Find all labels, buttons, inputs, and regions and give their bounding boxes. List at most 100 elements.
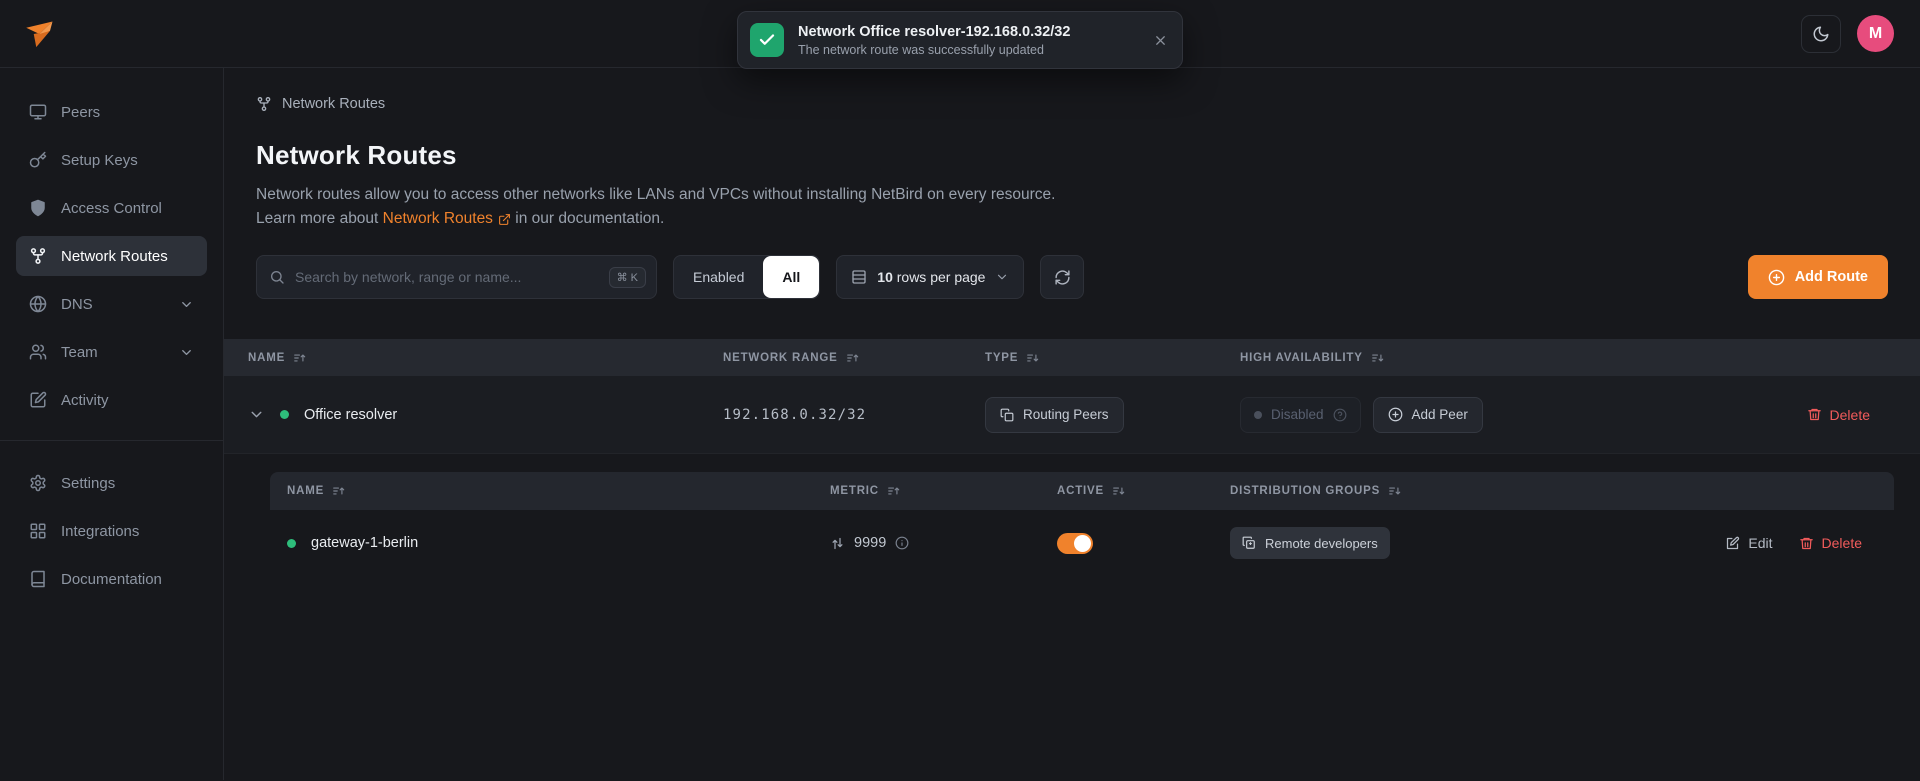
add-peer-button[interactable]: Add Peer (1373, 397, 1483, 433)
sort-desc-icon (1371, 351, 1385, 365)
routes-icon (256, 96, 272, 112)
peer-status-dot (287, 539, 296, 548)
main-content: Network Routes Network Routes Network ro… (224, 68, 1920, 780)
sidebar-divider (0, 440, 223, 441)
peer-groups-cell: Remote developers (1230, 527, 1725, 559)
toast-message: The network route was successfully updat… (798, 43, 1070, 57)
rows-per-page-label: 10 rows per page (877, 269, 985, 285)
moon-icon (1812, 25, 1830, 43)
column-header-name[interactable]: NAME (248, 351, 723, 365)
peer-row: gateway-1-berlin 9999 Remote developers (270, 510, 1894, 576)
external-link-icon (498, 213, 511, 226)
trash-icon (1807, 407, 1822, 422)
success-toast: Network Office resolver-192.168.0.32/32 … (737, 11, 1183, 69)
refresh-icon (1054, 269, 1071, 286)
bird-logo-icon (24, 19, 56, 49)
peer-active-cell (1057, 533, 1230, 554)
route-network-range: 192.168.0.32/32 (723, 407, 985, 423)
dark-mode-toggle-button[interactable] (1801, 15, 1841, 53)
user-avatar[interactable]: M (1857, 15, 1894, 52)
learn-more-line: Learn more about Network Routes in our d… (256, 207, 1888, 231)
route-name: Office resolver (304, 407, 397, 423)
plus-circle-icon (1768, 269, 1785, 286)
chevron-down-icon (179, 345, 194, 360)
filter-segment: Enabled All (673, 255, 820, 299)
sidebar-item-access-control[interactable]: Access Control (16, 188, 207, 228)
trash-icon (1799, 536, 1814, 551)
column-header-active[interactable]: ACTIVE (1057, 484, 1230, 498)
sidebar-item-activity[interactable]: Activity (16, 380, 207, 420)
add-route-button[interactable]: Add Route (1748, 255, 1888, 299)
learn-more-prefix: Learn more about (256, 210, 378, 227)
edit-pen-icon (1725, 536, 1740, 551)
routing-peers-button[interactable]: Routing Peers (985, 397, 1124, 433)
column-header-peer-name[interactable]: NAME (287, 484, 830, 498)
edit-peer-button[interactable]: Edit (1725, 535, 1772, 551)
routes-table-header: NAME NETWORK RANGE TYPE HIGH AVAILABILIT… (224, 339, 1920, 376)
sidebar-label: Settings (61, 475, 115, 492)
success-check-icon (750, 23, 784, 57)
breadcrumb-label: Network Routes (282, 96, 385, 112)
netbird-logo[interactable] (24, 19, 56, 49)
keyboard-shortcut-badge: ⌘ K (609, 267, 646, 288)
collapse-row-button[interactable] (248, 406, 265, 423)
page-description: Network routes allow you to access other… (256, 183, 1888, 231)
breadcrumb[interactable]: Network Routes (256, 96, 1920, 112)
page-title: Network Routes (256, 140, 1920, 171)
route-row: Office resolver 192.168.0.32/32 Routing … (224, 376, 1920, 454)
chevron-down-icon (179, 297, 194, 312)
sort-desc-icon (1112, 484, 1126, 498)
peer-active-toggle[interactable] (1057, 533, 1093, 554)
column-header-high-availability[interactable]: HIGH AVAILABILITY (1240, 351, 1870, 365)
activity-note-icon (29, 391, 47, 409)
filter-all-button[interactable]: All (763, 256, 819, 298)
sort-desc-icon (1026, 351, 1040, 365)
sidebar-label: Team (61, 344, 98, 361)
sort-asc-icon (846, 351, 860, 365)
refresh-button[interactable] (1040, 255, 1084, 299)
sidebar-item-dns[interactable]: DNS (16, 284, 207, 324)
sidebar-label: Documentation (61, 571, 162, 588)
plus-circle-icon (1388, 407, 1403, 422)
monitor-icon (29, 103, 47, 121)
ha-status-dot (1254, 411, 1262, 419)
sidebar-item-integrations[interactable]: Integrations (16, 511, 207, 551)
peers-table-header: NAME METRIC ACTIVE DISTRIBUTION GROUPS (270, 472, 1894, 510)
globe-icon (29, 295, 47, 313)
column-header-distribution-groups[interactable]: DISTRIBUTION GROUPS (1230, 484, 1862, 498)
sidebar-item-settings[interactable]: Settings (16, 463, 207, 503)
sidebar-item-team[interactable]: Team (16, 332, 207, 372)
sidebar-item-network-routes[interactable]: Network Routes (16, 236, 207, 276)
sidebar-item-peers[interactable]: Peers (16, 92, 207, 132)
column-header-metric[interactable]: METRIC (830, 484, 1057, 498)
sidebar-item-documentation[interactable]: Documentation (16, 559, 207, 599)
sort-desc-icon (1388, 484, 1402, 498)
key-icon (29, 151, 47, 169)
column-header-type[interactable]: TYPE (985, 351, 1240, 365)
route-name-cell: Office resolver (248, 406, 723, 423)
column-header-network-range[interactable]: NETWORK RANGE (723, 351, 985, 365)
route-peers-panel: NAME METRIC ACTIVE DISTRIBUTION GROUPS (270, 472, 1894, 576)
sidebar-label: Activity (61, 392, 109, 409)
gear-icon (29, 474, 47, 492)
peer-metric-cell: 9999 (830, 535, 1057, 551)
peer-metric-value: 9999 (854, 535, 886, 551)
filter-enabled-button[interactable]: Enabled (674, 256, 763, 298)
network-routes-doc-link[interactable]: Network Routes (383, 207, 511, 231)
sidebar-item-setup-keys[interactable]: Setup Keys (16, 140, 207, 180)
sidebar-label: Access Control (61, 200, 162, 217)
distribution-group-chip[interactable]: Remote developers (1230, 527, 1390, 559)
rows-icon (851, 269, 867, 285)
route-status-dot (280, 410, 289, 419)
search-input[interactable] (295, 269, 599, 285)
peer-name-cell: gateway-1-berlin (287, 535, 830, 551)
rows-per-page-select[interactable]: 10 rows per page (836, 255, 1024, 299)
peers-copy-icon (1000, 408, 1014, 422)
blocks-icon (29, 522, 47, 540)
arrows-up-down-icon (830, 536, 845, 551)
peer-name: gateway-1-berlin (311, 535, 418, 551)
users-icon (29, 343, 47, 361)
delete-route-button[interactable]: Delete (1807, 407, 1870, 423)
delete-peer-button[interactable]: Delete (1799, 535, 1862, 551)
toast-close-button[interactable] (1153, 33, 1168, 48)
